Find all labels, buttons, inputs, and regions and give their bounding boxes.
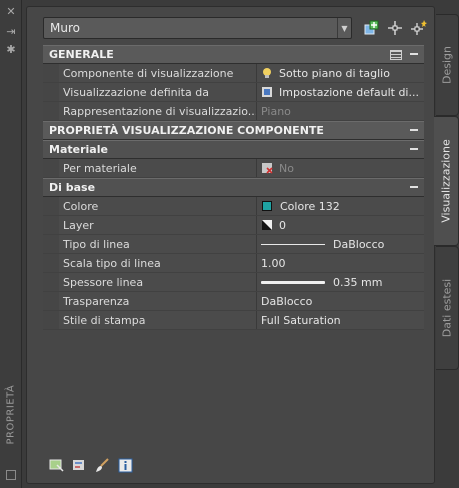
property-row[interactable]: Scala tipo di linea 1.00 <box>43 254 424 273</box>
toggle-pickadd-button[interactable] <box>409 18 429 38</box>
settings-icon[interactable]: ✱ <box>5 44 17 56</box>
property-value[interactable]: Impostazione default di... <box>257 83 424 101</box>
select-objects-button[interactable] <box>385 18 405 38</box>
property-name: Visualizzazione definita da <box>59 83 257 101</box>
section-generale[interactable]: GENERALE <box>43 45 424 64</box>
property-value[interactable]: 0.35 mm <box>257 273 424 291</box>
lineweight-preview <box>261 280 325 284</box>
crosshair-select-icon <box>388 21 402 35</box>
linetype-preview <box>261 243 325 245</box>
property-name: Rappresentazione di visualizzazio... <box>59 102 257 120</box>
property-value[interactable]: DaBlocco <box>257 235 424 253</box>
material-icon <box>262 163 273 174</box>
layer-icon <box>262 220 272 230</box>
property-row[interactable]: Spessore linea 0.35 mm <box>43 273 424 292</box>
chevron-down-icon[interactable]: ▼ <box>337 18 351 38</box>
section-materiale[interactable]: Materiale <box>43 140 424 159</box>
collapse-icon[interactable] <box>410 148 418 150</box>
select-components-button[interactable] <box>49 458 64 473</box>
tab-visualizzazione[interactable]: Visualizzazione <box>434 116 459 246</box>
property-name: Colore <box>59 197 257 215</box>
property-grid: GENERALE Componente di visualizzazione S… <box>43 45 424 330</box>
object-type-select[interactable]: Muro ▼ <box>43 17 352 39</box>
paintbrush-button[interactable] <box>95 457 110 473</box>
property-value[interactable]: DaBlocco <box>257 292 424 310</box>
property-row[interactable]: Colore Colore 132 <box>43 197 424 216</box>
object-type-value: Muro <box>50 21 80 35</box>
property-name: Layer <box>59 216 257 234</box>
select-components-icon <box>49 459 64 472</box>
section-options-icon[interactable] <box>390 50 402 60</box>
add-selection-icon <box>364 20 379 35</box>
property-value[interactable]: Colore 132 <box>257 197 424 215</box>
property-value[interactable]: Full Saturation <box>257 311 424 329</box>
color-swatch <box>262 201 272 211</box>
property-value[interactable]: Sotto piano di taglio <box>257 64 424 82</box>
toolbar: Muro ▼ <box>43 17 431 41</box>
property-name: Componente di visualizzazione <box>59 64 257 82</box>
tab-dati-estesi[interactable]: Dati estesi <box>436 246 459 370</box>
section-di-base[interactable]: Di base <box>43 178 424 197</box>
property-name: Scala tipo di linea <box>59 254 257 272</box>
property-value[interactable]: No <box>257 159 424 177</box>
property-row[interactable]: Stile di stampa Full Saturation <box>43 311 424 330</box>
property-name: Tipo di linea <box>59 235 257 253</box>
section-component-display-properties[interactable]: PROPRIETÀ VISUALIZZAZIONE COMPONENTE <box>43 121 424 140</box>
collapse-icon[interactable] <box>410 53 418 55</box>
property-value: Piano <box>257 102 424 120</box>
property-value[interactable]: 0 <box>257 216 424 234</box>
property-row[interactable]: Rappresentazione di visualizzazio... Pia… <box>43 102 424 121</box>
edit-style-button[interactable] <box>72 458 87 473</box>
property-name: Stile di stampa <box>59 311 257 329</box>
tab-design[interactable]: Design <box>436 14 459 116</box>
collapse-icon[interactable] <box>410 186 418 188</box>
property-name: Per materiale <box>59 159 257 177</box>
info-icon <box>118 458 133 472</box>
display-config-icon <box>262 87 272 97</box>
collapse-icon[interactable] <box>410 129 418 131</box>
auto-hide-icon[interactable]: ⇥ <box>5 26 17 38</box>
lightbulb-icon <box>263 68 271 78</box>
property-row[interactable]: Layer 0 <box>43 216 424 235</box>
close-icon[interactable]: ✕ <box>5 6 17 18</box>
properties-panel: Muro ▼ GENERALE Componente di visualizza… <box>26 6 435 484</box>
property-row[interactable]: Per materiale No <box>43 159 424 178</box>
bottom-toolbar <box>49 457 133 473</box>
property-row[interactable]: Visualizzazione definita da Impostazione… <box>43 83 424 102</box>
property-row[interactable]: Trasparenza DaBlocco <box>43 292 424 311</box>
pickadd-icon <box>411 20 427 35</box>
info-button[interactable] <box>118 458 133 473</box>
edit-style-icon <box>73 459 84 470</box>
palette-menu-icon[interactable] <box>6 470 16 480</box>
property-name: Spessore linea <box>59 273 257 291</box>
paintbrush-icon <box>96 457 109 472</box>
palette-title-strip: ✕ ⇥ ✱ PROPRIETÀ <box>0 0 22 488</box>
property-value[interactable]: 1.00 <box>257 254 424 272</box>
property-row[interactable]: Componente di visualizzazione Sotto pian… <box>43 64 424 83</box>
property-name: Trasparenza <box>59 292 257 310</box>
palette-title: PROPRIETÀ <box>5 384 17 445</box>
quick-select-button[interactable] <box>361 18 381 38</box>
property-row[interactable]: Tipo di linea DaBlocco <box>43 235 424 254</box>
